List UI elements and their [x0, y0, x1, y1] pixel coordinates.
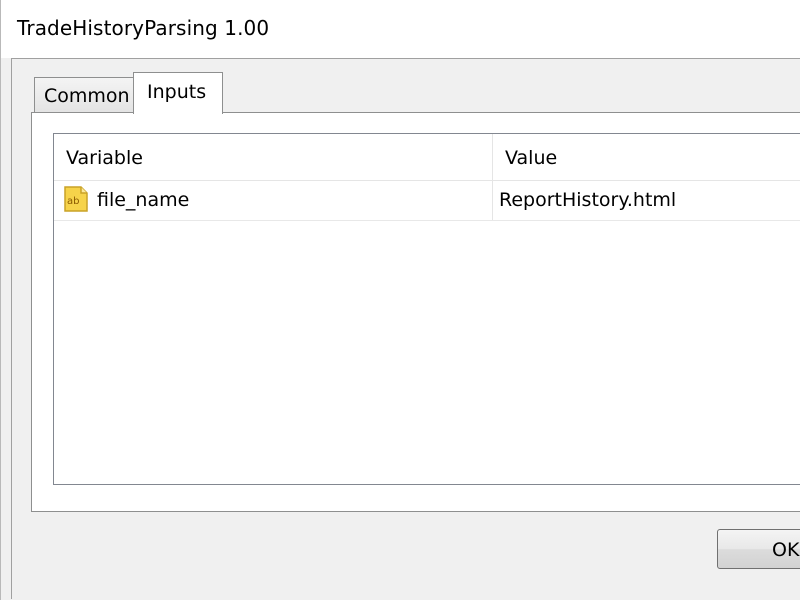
- value-cell[interactable]: ReportHistory.html: [493, 180, 800, 220]
- tab-common[interactable]: Common: [34, 77, 134, 113]
- dialog-window: TradeHistoryParsing 1.00 Common Inputs V…: [0, 0, 800, 600]
- list-header: Variable Value: [54, 134, 800, 181]
- variable-name: file_name: [97, 189, 190, 211]
- column-header-value[interactable]: Value: [493, 134, 800, 180]
- column-header-variable-label: Variable: [66, 147, 143, 169]
- ok-button-label: OK: [772, 539, 800, 561]
- ok-button[interactable]: OK: [717, 529, 800, 569]
- variable-value: ReportHistory.html: [499, 189, 677, 211]
- ab-string-icon: ab: [64, 186, 88, 212]
- window-title: TradeHistoryParsing 1.00: [17, 16, 270, 40]
- tab-common-label: Common: [44, 85, 130, 107]
- title-bar[interactable]: TradeHistoryParsing 1.00: [1, 0, 800, 58]
- tab-inputs[interactable]: Inputs: [133, 72, 223, 114]
- variable-cell[interactable]: ab file_name: [54, 180, 493, 220]
- column-header-value-label: Value: [505, 147, 558, 169]
- column-header-variable[interactable]: Variable: [54, 134, 493, 180]
- svg-text:ab: ab: [67, 196, 79, 207]
- inputs-list[interactable]: Variable Value ab file_name ReportHistor…: [53, 133, 800, 485]
- table-row[interactable]: ab file_name ReportHistory.html: [54, 180, 800, 221]
- tab-inputs-label: Inputs: [147, 81, 207, 103]
